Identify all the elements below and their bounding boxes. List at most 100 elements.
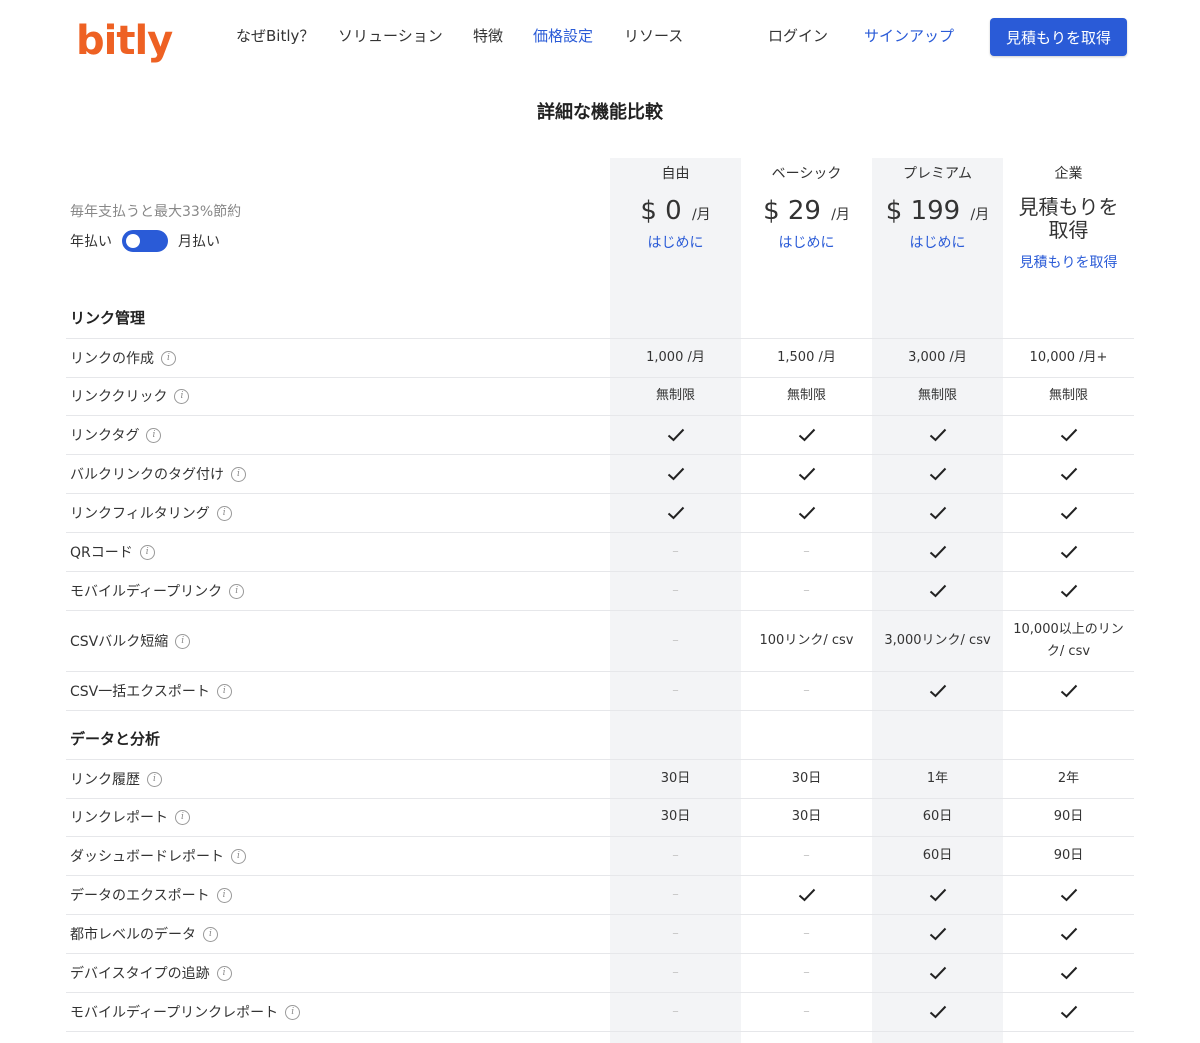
check-icon xyxy=(872,572,1003,610)
info-icon[interactable]: i xyxy=(174,388,190,404)
feature-value: 2年 xyxy=(1057,771,1080,786)
info-icon[interactable]: i xyxy=(146,427,162,443)
table-row: データのエクスポート i – xyxy=(66,876,1134,915)
nav-pricing[interactable]: 価格設定 xyxy=(533,24,593,48)
dash-icon: – xyxy=(672,926,679,941)
nav-resources[interactable]: リソース xyxy=(624,24,683,48)
nav-features[interactable]: 特徴 xyxy=(473,24,503,48)
info-icon[interactable]: i xyxy=(229,583,245,599)
plan-name: ベーシック xyxy=(771,166,842,182)
feature-label: CSVバルク短縮 i xyxy=(70,611,191,671)
info-icon[interactable]: i xyxy=(161,350,176,366)
feature-label: 都市レベルのデータ i xyxy=(70,915,218,953)
monthly-label: 月払い xyxy=(178,234,220,250)
plan-cta-premium[interactable]: はじめに xyxy=(872,232,1003,252)
check-icon xyxy=(1003,876,1134,914)
feature-label: リンクフィルタリング i xyxy=(70,494,232,532)
page-title: 詳細な機能比較 xyxy=(537,102,663,123)
plan-cta-basic[interactable]: はじめに xyxy=(741,232,872,252)
plan-premium: プレミアム $ 199 /月 はじめに xyxy=(872,162,1003,252)
feature-value: 30日 xyxy=(791,771,822,786)
dash-icon: – xyxy=(672,887,679,902)
dash-icon: – xyxy=(803,683,810,698)
feature-value: 60日 xyxy=(922,809,953,824)
feature-value: 30日 xyxy=(660,771,691,786)
feature-value: 1,000 /月 xyxy=(646,350,705,365)
check-icon xyxy=(1003,494,1134,532)
feature-value: 30日 xyxy=(660,809,691,824)
signup-link[interactable]: サインアップ xyxy=(864,24,954,48)
nav-why-bitly[interactable]: なぜBitly？ xyxy=(236,24,314,48)
info-icon[interactable]: i xyxy=(216,887,232,903)
info-icon[interactable]: i xyxy=(203,926,218,942)
info-icon[interactable]: i xyxy=(216,683,232,699)
plan-price: $ 199 /月 xyxy=(885,196,990,226)
feature-value: 90日 xyxy=(1053,809,1084,824)
check-icon xyxy=(610,494,741,532)
feature-value: 1年 xyxy=(926,771,949,786)
feature-label: リンクの作成 i xyxy=(70,339,176,377)
table-row: リンクレポート i 30日 30日 60日 90日 xyxy=(66,798,1134,837)
check-icon xyxy=(872,494,1003,532)
billing-toggle[interactable] xyxy=(122,230,168,252)
info-icon[interactable]: i xyxy=(216,505,232,521)
info-icon[interactable]: i xyxy=(175,809,190,825)
feature-label: データのエクスポート i xyxy=(70,876,232,914)
bitly-logo[interactable]: bitly xyxy=(76,17,173,65)
plan-cta-enterprise[interactable]: 見積もりを取得 xyxy=(1003,252,1134,272)
feature-value: 10,000以上のリンク/ csv xyxy=(1013,622,1124,659)
plan-cta-free[interactable]: はじめに xyxy=(610,232,741,252)
info-icon[interactable]: i xyxy=(285,1004,301,1020)
feature-label: ダッシュボードレポート i xyxy=(70,837,246,875)
dash-icon: – xyxy=(672,848,679,863)
get-quote-button[interactable]: 見積もりを取得 xyxy=(990,18,1127,56)
table-row: リンク履歴 i 30日 30日 1年 2年 xyxy=(66,759,1134,799)
feature-value: 90日 xyxy=(1053,848,1084,863)
feature-value: 無制限 xyxy=(917,388,957,403)
check-icon xyxy=(741,876,872,914)
table-row: リンククリック i 無制限 無制限 無制限 無制限 xyxy=(66,377,1134,416)
check-icon xyxy=(872,533,1003,571)
check-icon xyxy=(610,455,741,493)
plan-enterprise-title: 見積もりを 取得 xyxy=(1018,195,1119,242)
plan-name: 企業 xyxy=(1054,166,1083,182)
feature-value: 10,000 /月+ xyxy=(1029,350,1108,365)
feature-label: CSV一括エクスポート i xyxy=(70,672,232,710)
plan-name: プレミアム xyxy=(902,166,973,182)
check-icon xyxy=(1003,572,1134,610)
dash-icon: – xyxy=(803,544,810,559)
table-row: モバイルディープリンクレポート i – – xyxy=(66,993,1134,1032)
table-row: CSVバルク短縮 i – 100リンク/ csv 3,000リンク/ csv 10,000… xyxy=(66,611,1134,672)
feature-value: 60日 xyxy=(922,848,953,863)
table-row: QRコード i – – xyxy=(66,533,1134,572)
feature-value: 無制限 xyxy=(786,388,826,403)
feature-value: 1,500 /月 xyxy=(777,350,836,365)
feature-label: モバイルディープリンク i xyxy=(70,572,245,610)
login-link[interactable]: ログイン xyxy=(768,24,828,48)
plan-basic: ベーシック $ 29 /月 はじめに xyxy=(741,162,872,252)
info-icon[interactable]: i xyxy=(139,544,155,560)
info-icon[interactable]: i xyxy=(231,848,246,864)
info-icon[interactable]: i xyxy=(231,466,246,482)
check-icon xyxy=(872,993,1003,1031)
check-icon xyxy=(872,954,1003,992)
info-icon[interactable]: i xyxy=(175,633,191,649)
check-icon xyxy=(1003,993,1134,1031)
check-icon xyxy=(741,494,872,532)
check-icon xyxy=(741,416,872,454)
feature-label: バルクリンクのタグ付け i xyxy=(70,455,246,493)
feature-label: リンクレポート i xyxy=(70,798,190,836)
check-icon xyxy=(1003,672,1134,710)
dash-icon: – xyxy=(803,848,810,863)
toggle-knob xyxy=(126,234,140,248)
table-row: バルクリンクのタグ付け i xyxy=(66,455,1134,494)
info-icon[interactable]: i xyxy=(216,965,232,981)
info-icon[interactable]: i xyxy=(147,771,162,787)
billing-toggle-row: 年払い 月払い xyxy=(70,230,220,252)
check-icon xyxy=(1003,954,1134,992)
nav-solutions[interactable]: ソリューション xyxy=(338,24,443,48)
check-icon xyxy=(1003,416,1134,454)
check-icon xyxy=(872,876,1003,914)
table-row: リンクフィルタリング i xyxy=(66,494,1134,533)
check-icon xyxy=(741,455,872,493)
